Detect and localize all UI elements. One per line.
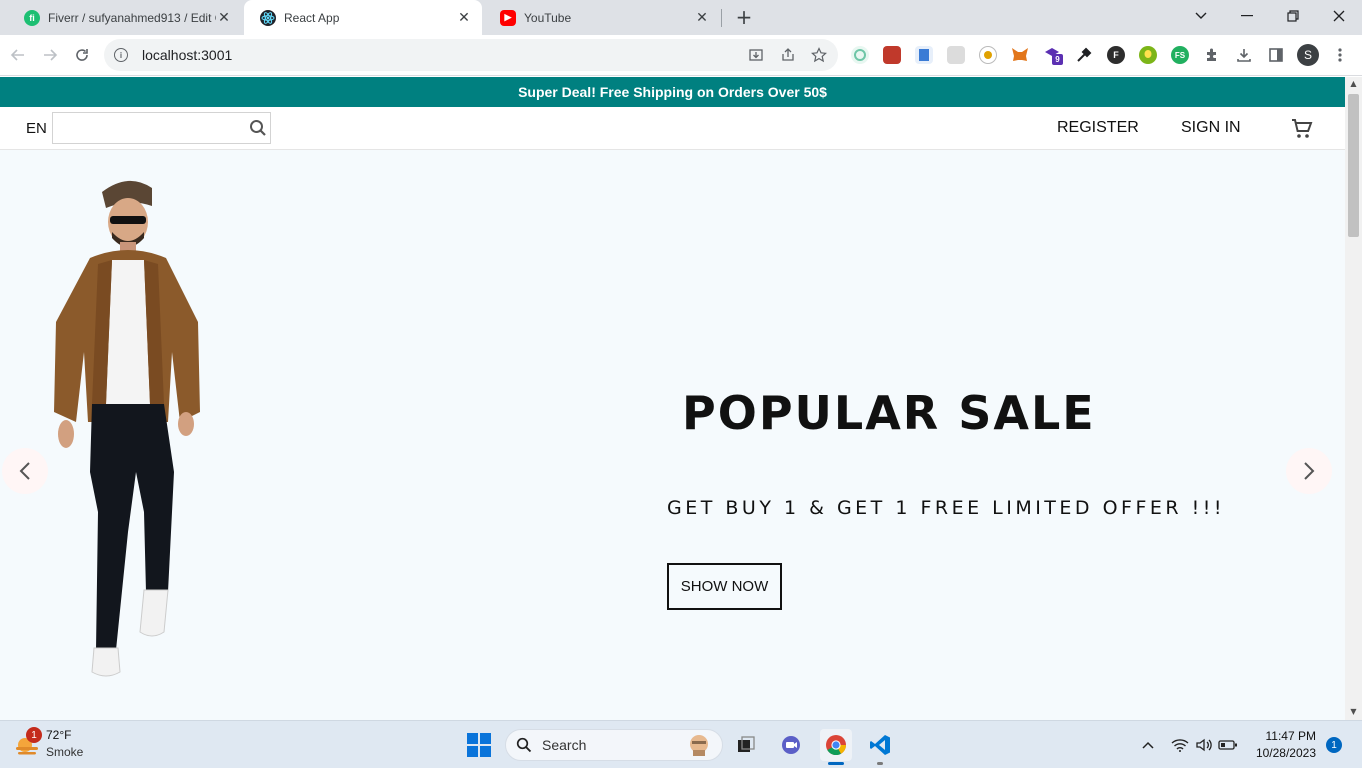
youtube-icon: ▶ xyxy=(500,9,516,26)
extension-3-icon[interactable] xyxy=(915,46,933,64)
show-hidden-icons-chevron-icon[interactable] xyxy=(1138,735,1158,755)
profile-avatar[interactable]: S xyxy=(1297,44,1319,66)
clock-date[interactable]: 10/28/2023 xyxy=(1250,746,1316,760)
forward-button[interactable] xyxy=(38,43,62,67)
hero-title: POPULAR SALE xyxy=(682,386,1096,440)
volume-icon[interactable] xyxy=(1194,735,1214,755)
extension-label: F xyxy=(1113,50,1119,60)
share-icon[interactable] xyxy=(780,47,796,63)
tab-search-chevron-icon[interactable] xyxy=(1178,0,1224,32)
scrollbar-thumb[interactable] xyxy=(1348,94,1359,237)
model-image xyxy=(54,180,200,677)
windows-taskbar: 1 72°F Smoke Search 11:47 PM 10/28/2023 … xyxy=(0,720,1362,768)
close-window-button[interactable] xyxy=(1316,0,1362,32)
menu-kebab-icon[interactable] xyxy=(1331,44,1349,66)
extension-7-icon[interactable]: 9 xyxy=(1043,46,1063,65)
chrome-active-indicator xyxy=(828,762,844,765)
taskbar-search[interactable]: Search xyxy=(505,729,723,761)
tab-strip: fi Fiverr / sufyanahmed913 / Edit G ✕ Re… xyxy=(0,0,1362,35)
search-icon xyxy=(516,737,532,753)
scroll-up-icon[interactable]: ▲ xyxy=(1349,79,1358,88)
url-text: localhost:3001 xyxy=(142,47,233,63)
extension-4-icon[interactable] xyxy=(947,46,965,64)
tab-react-app[interactable]: React App ✕ xyxy=(244,0,482,35)
vscode-running-indicator xyxy=(877,762,883,765)
address-bar[interactable]: i localhost:3001 xyxy=(104,39,838,71)
page-scrollbar[interactable]: ▲ ▼ xyxy=(1345,77,1362,720)
extension-badge: 9 xyxy=(1052,54,1063,65)
search-icon[interactable] xyxy=(246,119,270,137)
react-icon xyxy=(260,9,276,26)
back-button[interactable] xyxy=(6,43,30,67)
extension-1-icon[interactable] xyxy=(851,46,869,64)
announcement-text: Super Deal! Free Shipping on Orders Over… xyxy=(518,84,827,100)
shopping-cart-icon[interactable] xyxy=(1290,117,1314,141)
hero-subtitle: GET BUY 1 & GET 1 FREE LIMITED OFFER !!! xyxy=(667,497,1225,519)
notification-badge[interactable]: 1 xyxy=(1326,737,1342,753)
weather-badge: 1 xyxy=(26,727,42,743)
search-input[interactable] xyxy=(53,113,246,143)
register-link[interactable]: REGISTER xyxy=(1057,119,1139,137)
extension-11-icon[interactable]: FS xyxy=(1171,46,1189,64)
tab-youtube[interactable]: ▶ YouTube ✕ xyxy=(484,0,720,35)
extension-9-icon[interactable]: F xyxy=(1107,46,1125,64)
browser-toolbar: i localhost:3001 9 F FS S xyxy=(0,35,1362,76)
hero-slider: POPULAR SALE GET BUY 1 & GET 1 FREE LIMI… xyxy=(0,150,1345,720)
minimize-button[interactable] xyxy=(1224,0,1270,32)
search-container xyxy=(52,112,271,144)
weather-temperature[interactable]: 72°F xyxy=(46,728,71,742)
close-tab-icon[interactable]: ✕ xyxy=(694,9,710,26)
vscode-icon[interactable] xyxy=(864,729,896,761)
slider-next-button[interactable] xyxy=(1286,448,1332,494)
show-now-button[interactable]: SHOW NOW xyxy=(667,563,782,610)
tab-fiverr[interactable]: fi Fiverr / sufyanahmed913 / Edit G ✕ xyxy=(8,0,242,35)
extension-label: FS xyxy=(1174,50,1186,60)
announcement-bar: Super Deal! Free Shipping on Orders Over… xyxy=(0,77,1345,107)
scroll-down-icon[interactable]: ▼ xyxy=(1349,707,1358,716)
site-navbar: EN REGISTER SIGN IN xyxy=(0,107,1345,150)
close-tab-icon[interactable]: ✕ xyxy=(216,9,232,26)
metamask-icon[interactable] xyxy=(1011,46,1029,64)
fiverr-icon: fi xyxy=(24,9,40,26)
battery-icon[interactable] xyxy=(1218,735,1238,755)
task-view-icon[interactable] xyxy=(730,729,762,761)
tab-title: Fiverr / sufyanahmed913 / Edit G xyxy=(48,10,216,25)
extension-5-icon[interactable] xyxy=(979,46,997,64)
install-app-icon[interactable] xyxy=(748,47,764,63)
chrome-icon[interactable] xyxy=(820,729,852,761)
extension-2-icon[interactable] xyxy=(883,46,901,64)
tab-title: YouTube xyxy=(524,10,572,25)
windows-start-icon[interactable] xyxy=(467,733,491,757)
tab-separator xyxy=(721,9,722,27)
restore-button[interactable] xyxy=(1270,0,1316,32)
sign-in-link[interactable]: SIGN IN xyxy=(1181,119,1241,137)
side-panel-icon[interactable] xyxy=(1267,46,1285,64)
site-info-icon[interactable]: i xyxy=(114,48,128,62)
eyedropper-icon[interactable] xyxy=(1075,46,1093,64)
weather-condition[interactable]: Smoke xyxy=(46,745,83,759)
close-tab-icon[interactable]: ✕ xyxy=(456,9,472,26)
downloads-icon[interactable] xyxy=(1235,46,1253,64)
language-selector[interactable]: EN xyxy=(26,120,47,137)
search-highlight-icon xyxy=(690,735,708,756)
wifi-icon[interactable] xyxy=(1170,735,1190,755)
tab-title: React App xyxy=(284,10,340,25)
taskbar-search-label: Search xyxy=(542,737,587,753)
clock-time[interactable]: 11:47 PM xyxy=(1262,729,1316,743)
new-tab-button[interactable]: + xyxy=(733,5,755,29)
bookmark-star-icon[interactable] xyxy=(811,47,827,63)
teams-chat-icon[interactable] xyxy=(775,729,807,761)
extension-10-icon[interactable] xyxy=(1139,46,1157,64)
page-viewport: Super Deal! Free Shipping on Orders Over… xyxy=(0,77,1345,720)
reload-button[interactable] xyxy=(70,43,94,67)
extensions-puzzle-icon[interactable] xyxy=(1203,46,1221,64)
